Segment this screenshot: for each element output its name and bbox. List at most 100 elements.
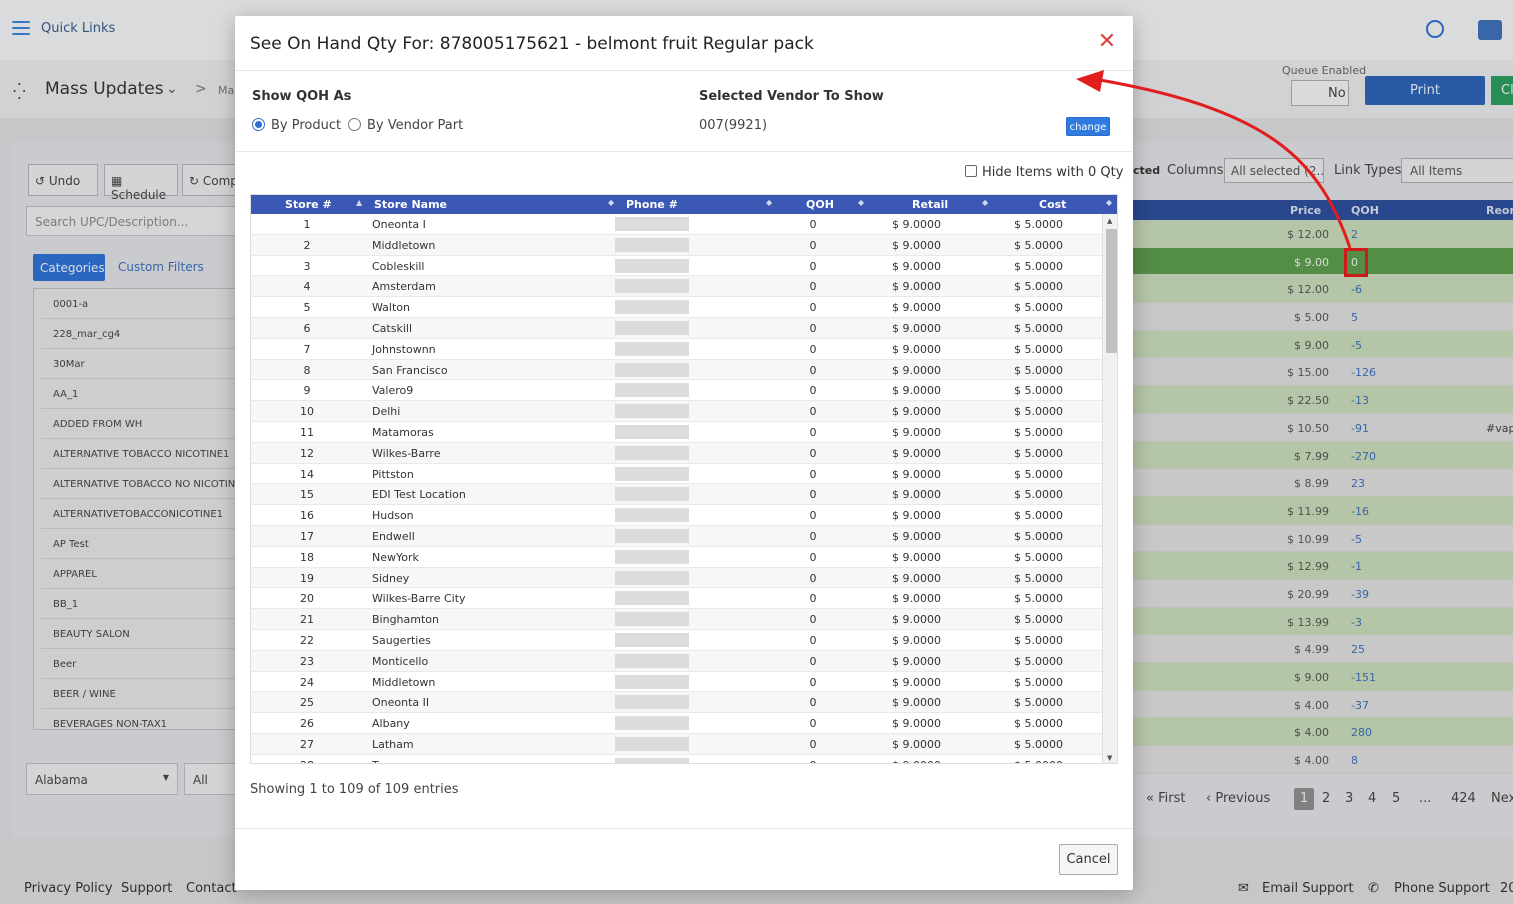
scroll-down-icon[interactable]: ▼ [1107,754,1112,762]
phone-cell-redacted [615,217,689,231]
store-name-cell: San Francisco [372,363,448,377]
hide-zero-qty-checkbox[interactable]: Hide Items with 0 Qty [965,165,1123,180]
table-scrollbar[interactable]: ▲ ▼ [1102,214,1117,763]
cost-cell: $ 5.0000 [1014,509,1063,523]
phone-cell-redacted [615,300,689,315]
radio-checked-icon[interactable] [252,118,265,131]
qoh-cell: 0 [809,696,817,710]
entries-info: Showing 1 to 109 of 109 entries [250,782,459,797]
store-number-cell: 3 [303,259,311,273]
store-name-cell: Oneonta I [372,218,426,231]
phone-cell-redacted [615,591,689,606]
retail-cell: $ 9.0000 [892,759,941,763]
qoh-cell: 0 [809,321,817,335]
phone-cell-redacted [615,528,689,543]
column-cost[interactable]: Cost [1039,195,1066,214]
phone-cell-redacted [615,757,689,763]
cost-cell: $ 5.0000 [1014,613,1063,627]
sort-icon[interactable]: ◆ [766,198,772,207]
cost-cell: $ 5.0000 [1014,301,1063,315]
cost-cell: $ 5.0000 [1014,529,1063,543]
cancel-button[interactable]: Cancel [1059,844,1118,875]
store-name-cell: Wilkes-Barre City [372,592,466,606]
selected-vendor-label: Selected Vendor To Show [699,89,884,104]
scrollbar-thumb[interactable] [1106,229,1117,353]
store-number-cell: 19 [300,571,314,585]
radio-by-vendor-part[interactable]: By Vendor Part [348,118,463,133]
store-number-cell: 17 [300,529,314,543]
store-name-cell: Hudson [372,509,414,523]
change-vendor-button[interactable]: change [1066,117,1110,136]
modal-title: See On Hand Qty For: 878005175621 - belm… [250,34,814,54]
radio-by-product[interactable]: By Product [252,118,341,133]
table-row: 23 Monticello 0 $ 9.0000 $ 5.0000 [251,650,1102,672]
table-row: 8 San Francisco 0 $ 9.0000 $ 5.0000 [251,359,1102,381]
sort-icon[interactable]: ◆ [608,198,614,207]
table-row: 7 Johnstownn 0 $ 9.0000 $ 5.0000 [251,338,1102,360]
phone-cell-redacted [615,653,689,668]
store-name-cell: Binghamton [372,613,439,627]
cost-cell: $ 5.0000 [1014,759,1063,763]
close-icon[interactable]: ✕ [1097,31,1117,53]
qoh-cell: 0 [809,218,817,231]
table-row: 5 Walton 0 $ 9.0000 $ 5.0000 [251,297,1102,318]
sort-icon[interactable]: ◆ [982,198,988,207]
sort-icon[interactable]: ◆ [1106,198,1112,207]
divider [235,828,1133,829]
table-row: 11 Matamoras 0 $ 9.0000 $ 5.0000 [251,421,1102,443]
qoh-cell: 0 [809,633,817,647]
store-name-cell: NewYork [372,550,419,564]
cost-cell: $ 5.0000 [1014,592,1063,606]
store-name-cell: Monticello [372,654,429,668]
cost-cell: $ 5.0000 [1014,467,1063,481]
retail-cell: $ 9.0000 [892,321,941,335]
cost-cell: $ 5.0000 [1014,425,1063,439]
store-name-cell: Catskill [372,321,413,335]
qoh-cell: 0 [809,592,817,606]
table-row: 20 Wilkes-Barre City 0 $ 9.0000 $ 5.0000 [251,588,1102,610]
table-row: 2 Middletown 0 $ 9.0000 $ 5.0000 [251,234,1102,256]
checkbox-icon[interactable] [965,165,977,177]
store-name-cell: Albany [372,717,410,731]
table-row: 10 Delhi 0 $ 9.0000 $ 5.0000 [251,401,1102,422]
retail-cell: $ 9.0000 [892,301,941,315]
column-store-number[interactable]: Store # [285,195,332,214]
phone-cell-redacted [615,570,689,585]
qoh-cell: 0 [809,301,817,315]
qoh-cell: 0 [809,384,817,398]
store-number-cell: 9 [303,384,311,398]
sort-icon[interactable]: ◆ [858,198,864,207]
column-store-name[interactable]: Store Name [374,195,447,214]
table-row: 28 Troy 0 $ 9.0000 $ 5.0000 [251,754,1102,763]
store-number-cell: 28 [277,759,337,763]
cost-cell: $ 5.0000 [1014,571,1063,585]
phone-cell-redacted [615,383,689,398]
qoh-table-body: 1 Oneonta I 0 $ 9.0000 $ 5.0000 2 Middletown 0 $… [251,214,1102,763]
phone-cell-redacted [615,508,689,523]
sort-asc-icon[interactable]: ▲ [356,198,362,207]
column-qoh[interactable]: QOH [806,195,834,214]
retail-cell: $ 9.0000 [892,654,941,668]
radio-unchecked-icon[interactable] [348,118,361,131]
retail-cell: $ 9.0000 [892,675,941,689]
table-row: 6 Catskill 0 $ 9.0000 $ 5.0000 [251,317,1102,339]
retail-cell: $ 9.0000 [892,342,941,356]
store-number-cell: 27 [300,737,314,751]
table-row: 15 EDI Test Location 0 $ 9.0000 $ 5.0000 [251,484,1102,506]
table-row: 25 Oneonta II 0 $ 9.0000 $ 5.0000 [251,692,1102,714]
retail-cell: $ 9.0000 [892,238,941,252]
retail-cell: $ 9.0000 [892,571,941,585]
modal-header: See On Hand Qty For: 878005175621 - belm… [235,16,1133,71]
column-retail[interactable]: Retail [912,195,948,214]
qoh-cell: 0 [809,488,817,502]
scroll-up-icon[interactable]: ▲ [1107,217,1112,225]
qoh-cell: 0 [809,613,817,627]
store-number-cell: 18 [300,550,314,564]
retail-cell: $ 9.0000 [892,488,941,502]
cost-cell: $ 5.0000 [1014,550,1063,564]
retail-cell: $ 9.0000 [892,717,941,731]
retail-cell: $ 9.0000 [892,467,941,481]
qoh-cell: 0 [791,759,835,763]
retail-cell: $ 9.0000 [892,280,941,294]
column-phone[interactable]: Phone # [626,195,678,214]
